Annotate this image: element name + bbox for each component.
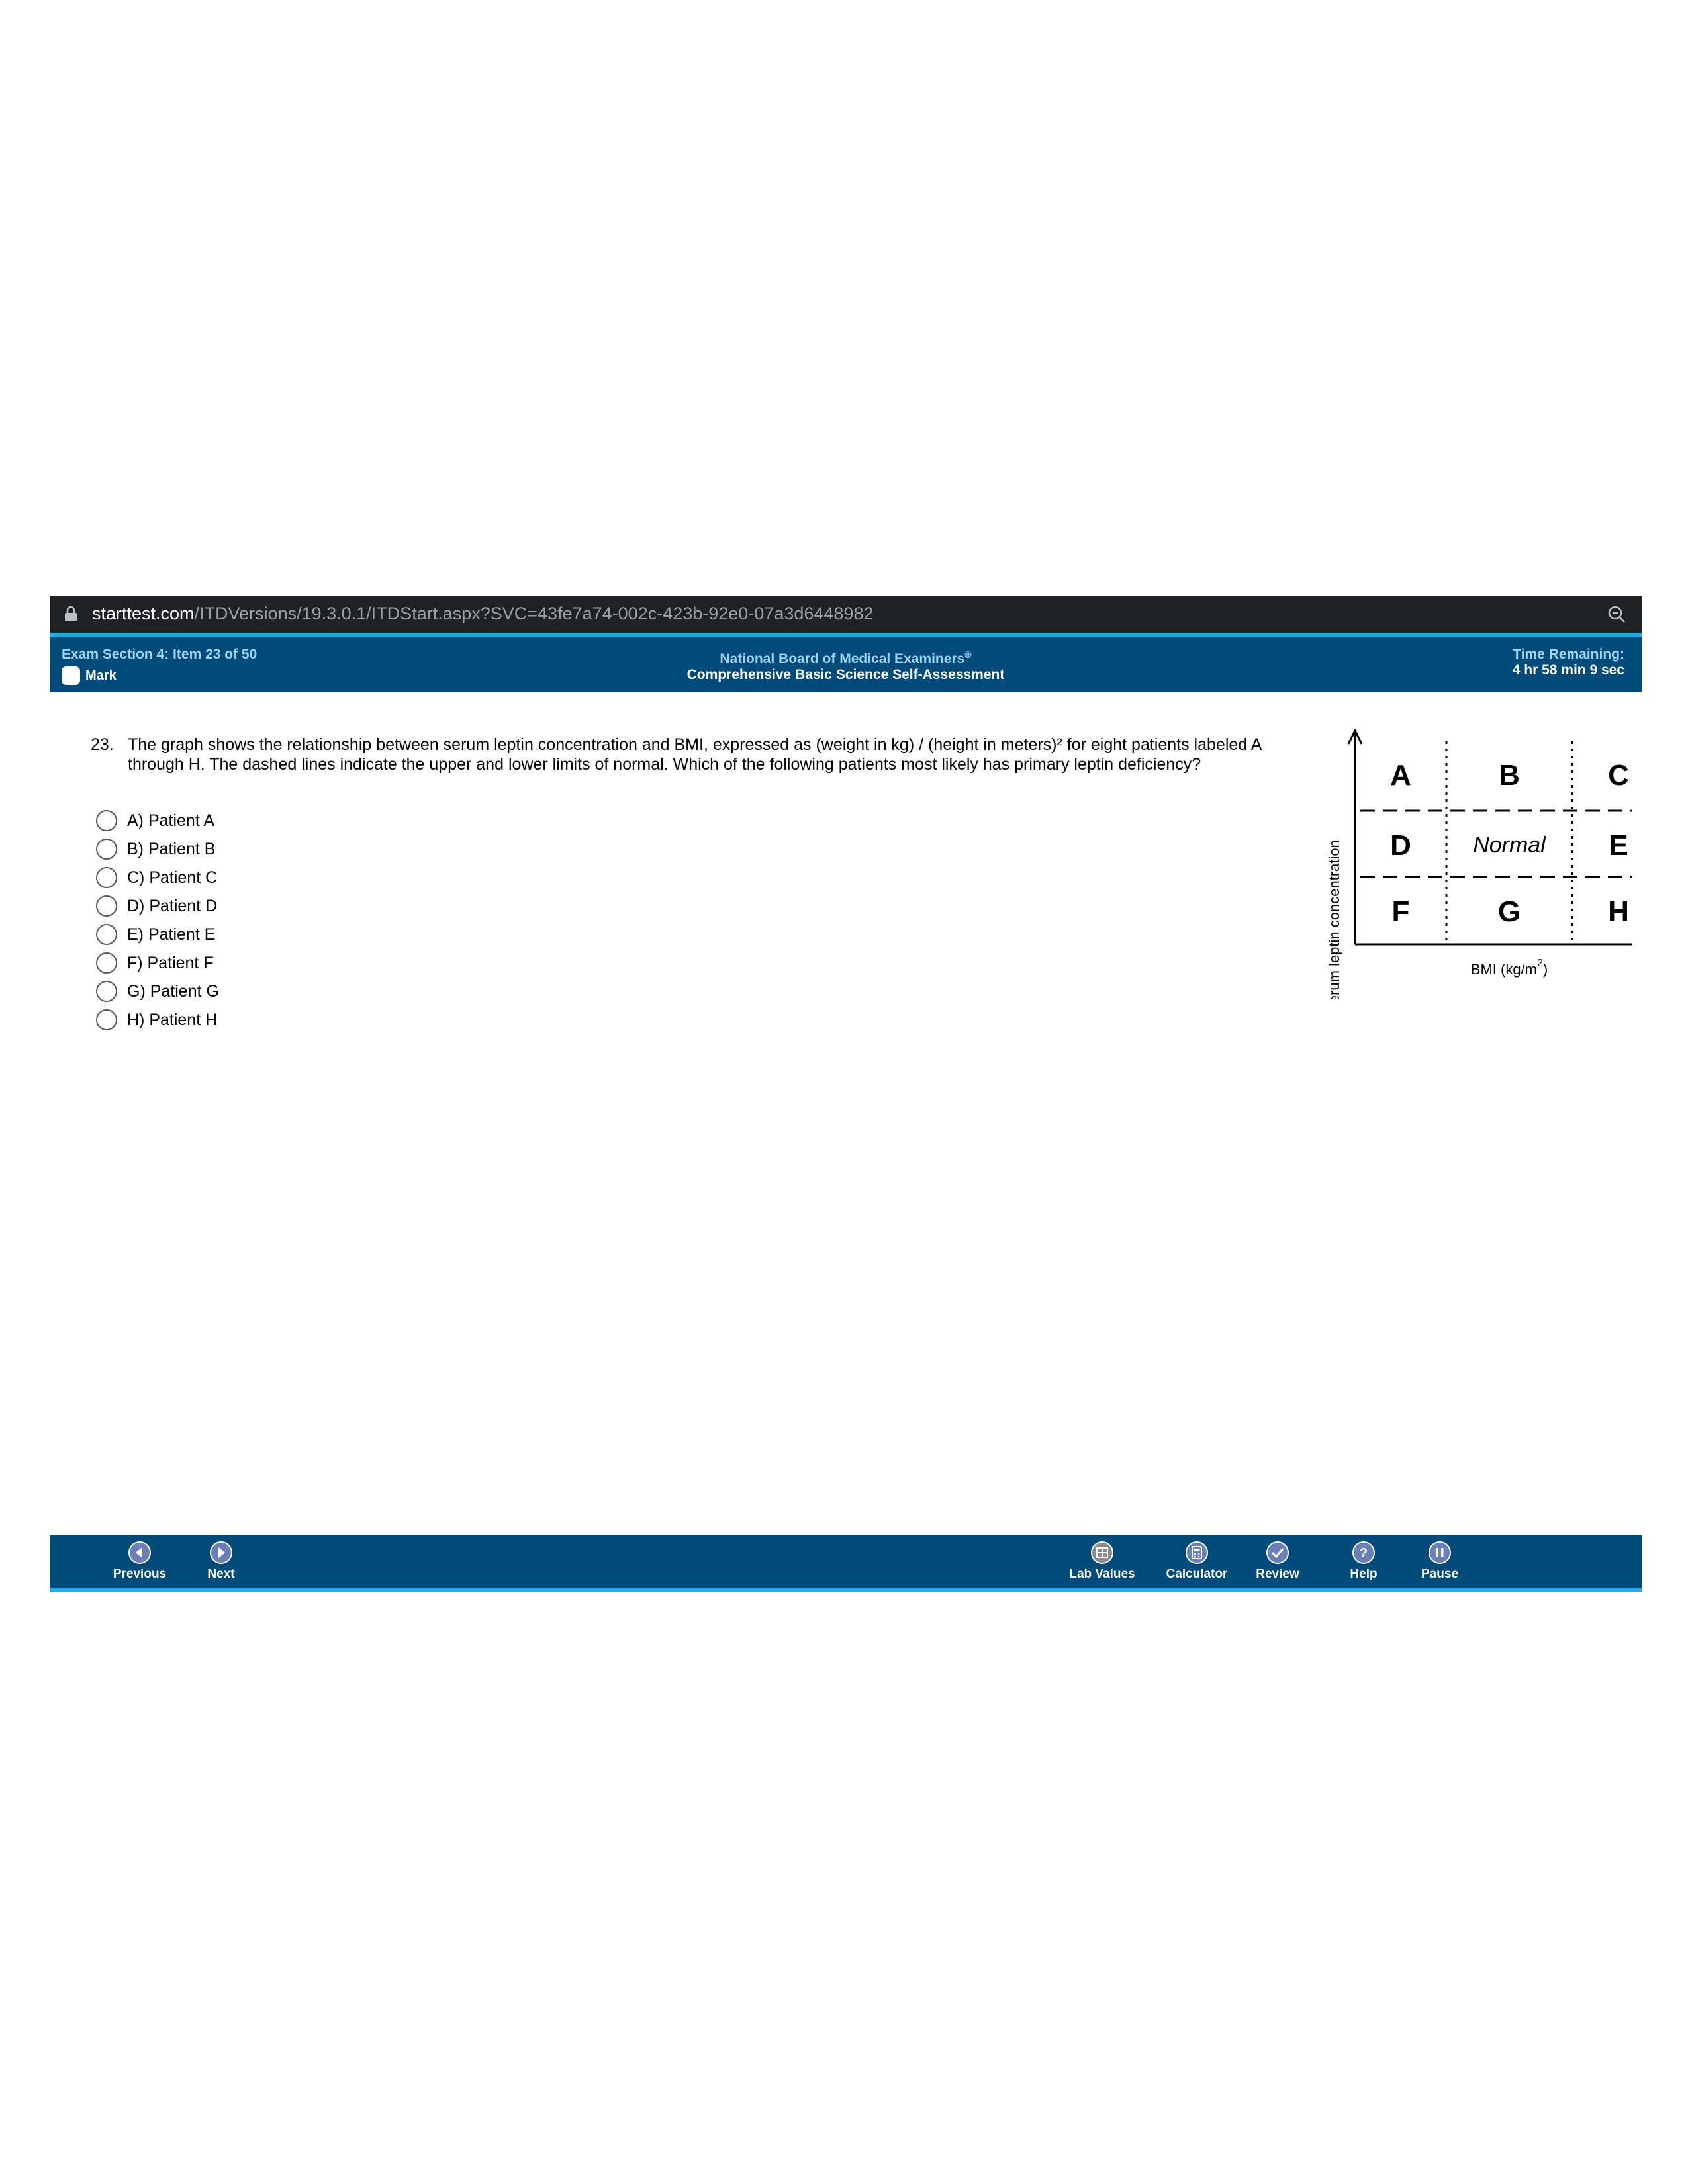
answer-option-d[interactable]: D) Patient D	[96, 894, 217, 918]
previous-button[interactable]: Previous	[100, 1541, 179, 1582]
answer-option-h[interactable]: H) Patient H	[96, 1008, 217, 1032]
previous-arrow-icon	[128, 1541, 151, 1564]
graph-ylabel: Serum leptin concentration	[1326, 840, 1342, 999]
next-arrow-icon	[210, 1541, 232, 1564]
answer-option-a[interactable]: A) Patient A	[96, 809, 214, 833]
radio-button[interactable]	[96, 952, 117, 974]
leptin-bmi-graph: Serum leptin concentration A B C D E F G…	[1326, 728, 1632, 999]
radio-button[interactable]	[96, 981, 117, 1002]
svg-text:?: ?	[1360, 1546, 1368, 1561]
cell-h: H	[1608, 895, 1629, 928]
next-button[interactable]: Next	[181, 1541, 261, 1582]
cell-f: F	[1392, 895, 1410, 928]
pause-button[interactable]: Pause	[1400, 1541, 1479, 1582]
calculator-button[interactable]: Calculator	[1157, 1541, 1237, 1582]
help-button[interactable]: ? Help	[1324, 1541, 1403, 1582]
cell-g: G	[1498, 895, 1521, 928]
review-button[interactable]: Review	[1238, 1541, 1317, 1582]
help-question-icon: ?	[1352, 1541, 1375, 1564]
answer-option-e[interactable]: E) Patient E	[96, 923, 215, 946]
calculator-label: Calculator	[1166, 1567, 1228, 1581]
question-number: 23.	[91, 735, 114, 754]
answer-option-g[interactable]: G) Patient G	[96, 979, 219, 1003]
answer-option-f[interactable]: F) Patient F	[96, 951, 214, 975]
radio-button[interactable]	[96, 810, 117, 831]
option-label: C) Patient C	[127, 868, 218, 887]
url-text[interactable]: starttest.com/ITDVersions/19.3.0.1/ITDSt…	[92, 604, 873, 624]
organization-name: National Board of Medical Examiners®	[720, 649, 972, 666]
cell-e: E	[1609, 829, 1628, 862]
exam-header: Exam Section 4: Item 23 of 50 Mark Natio…	[50, 633, 1642, 692]
lab-values-icon	[1091, 1541, 1113, 1564]
option-label: B) Patient B	[127, 839, 216, 858]
browser-url-bar[interactable]: starttest.com/ITDVersions/19.3.0.1/ITDSt…	[50, 596, 1642, 633]
next-label: Next	[207, 1567, 235, 1581]
graph-xlabel: BMI (kg/m2)	[1471, 958, 1548, 978]
bottom-toolbar: Previous Next Lab Values Calculator Revi…	[50, 1535, 1642, 1592]
option-label: D) Patient D	[127, 896, 218, 915]
lab-values-label: Lab Values	[1069, 1567, 1135, 1581]
radio-button[interactable]	[96, 839, 117, 860]
option-label: E) Patient E	[127, 925, 216, 944]
time-value: 4 hr 58 min 9 sec	[1512, 662, 1624, 678]
lab-values-button[interactable]: Lab Values	[1062, 1541, 1142, 1582]
time-remaining: Time Remaining: 4 hr 58 min 9 sec	[1513, 647, 1624, 678]
question-stem: The graph shows the relationship between…	[128, 735, 1262, 774]
exam-screen: starttest.com/ITDVersions/19.3.0.1/ITDSt…	[50, 596, 1642, 1592]
lock-icon	[65, 606, 77, 621]
review-check-icon	[1266, 1541, 1289, 1564]
radio-button[interactable]	[96, 867, 117, 888]
review-label: Review	[1256, 1567, 1299, 1581]
cell-b: B	[1499, 759, 1520, 792]
help-label: Help	[1350, 1567, 1378, 1581]
option-label: A) Patient A	[127, 811, 215, 830]
option-label: G) Patient G	[127, 981, 219, 1001]
calculator-icon	[1186, 1541, 1208, 1564]
cell-d: D	[1390, 829, 1411, 862]
answer-option-b[interactable]: B) Patient B	[96, 837, 215, 861]
zoom-icon[interactable]	[1606, 604, 1627, 625]
pause-label: Pause	[1421, 1567, 1458, 1581]
exam-title-block: National Board of Medical Examiners® Com…	[50, 649, 1642, 683]
radio-button[interactable]	[96, 1009, 117, 1030]
option-label: H) Patient H	[127, 1010, 218, 1029]
time-label: Time Remaining:	[1513, 647, 1624, 662]
previous-label: Previous	[113, 1567, 167, 1581]
exam-title: Comprehensive Basic Science Self-Assessm…	[686, 667, 1005, 682]
option-label: F) Patient F	[127, 953, 214, 972]
cell-normal: Normal	[1473, 833, 1546, 858]
answer-option-c[interactable]: C) Patient C	[96, 866, 217, 889]
cell-a: A	[1390, 759, 1411, 792]
cell-c: C	[1608, 759, 1629, 792]
radio-button[interactable]	[96, 895, 117, 917]
radio-button[interactable]	[96, 924, 117, 945]
pause-icon	[1429, 1541, 1451, 1564]
